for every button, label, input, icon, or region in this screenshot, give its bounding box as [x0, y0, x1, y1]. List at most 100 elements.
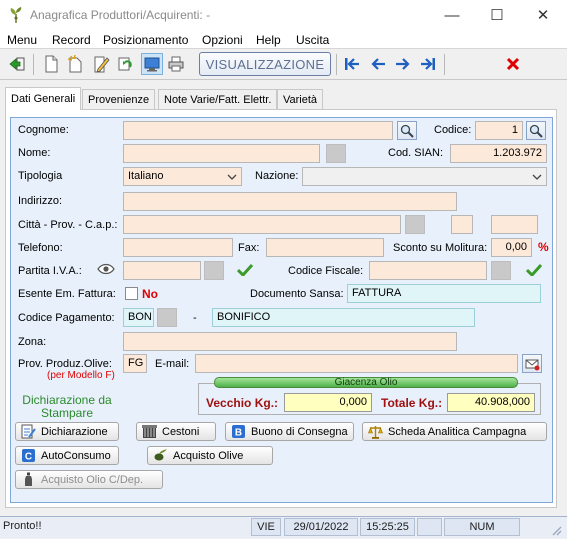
last-record-icon[interactable] [417, 53, 439, 75]
tab-dati-generali[interactable]: Dati Generali [5, 87, 82, 110]
nome-extra-box [326, 144, 346, 163]
acquisto-olive-button[interactable]: Acquisto Olive [147, 446, 273, 465]
codice-field[interactable]: 1 [475, 121, 523, 140]
search-cognome-icon[interactable] [397, 121, 417, 140]
print-icon[interactable] [165, 53, 187, 75]
codice-label: Codice: [434, 124, 472, 136]
toolbar-separator [336, 54, 337, 75]
piva-extra-box [204, 261, 224, 280]
cod-pagamento-field[interactable]: BON [123, 308, 154, 327]
new-folder-icon[interactable] [64, 53, 86, 75]
cf-field[interactable] [369, 261, 487, 280]
cod-pagamento-extra-box [157, 308, 177, 327]
piva-field[interactable] [123, 261, 201, 280]
chevron-down-icon [528, 168, 546, 185]
pagamento-descrizione-field[interactable]: BONIFICO [212, 308, 475, 327]
chevron-down-icon [223, 168, 241, 185]
maximize-button[interactable]: ☐ [474, 0, 520, 30]
oil-bottle-icon [20, 472, 36, 487]
menu-record[interactable]: Record [52, 33, 91, 47]
view-icon[interactable] [141, 53, 163, 75]
status-message: Pronto!! [3, 520, 42, 532]
first-record-icon[interactable] [341, 53, 363, 75]
svg-text:B: B [234, 428, 241, 439]
tab-varieta[interactable]: Varietà [277, 89, 324, 109]
nome-label: Nome: [18, 147, 51, 159]
dichiarazione-text: Dichiarazione da Stampare [22, 393, 112, 420]
close-button[interactable]: ✕ [520, 0, 566, 30]
eye-icon[interactable] [97, 263, 115, 278]
previous-record-icon[interactable] [367, 53, 389, 75]
buono-consegna-button[interactable]: B Buono di Consegna [225, 422, 354, 441]
cf-extra-box [491, 261, 511, 280]
mode-display-button[interactable]: VISUALIZZAZIONE [199, 52, 331, 76]
zona-field[interactable] [123, 332, 457, 351]
menu-menu[interactable]: Menu [7, 33, 37, 47]
cognome-label: Cognome: [18, 124, 69, 136]
vecchio-field[interactable]: 0,000 [284, 393, 372, 412]
minimize-button[interactable]: — [429, 0, 475, 30]
esente-label: Esente Em. Fattura: [18, 288, 116, 300]
prov-produz-field[interactable]: FG [123, 354, 147, 373]
svg-text:C: C [24, 452, 31, 463]
fax-label: Fax: [238, 242, 260, 254]
provincia-field[interactable] [451, 215, 473, 234]
nome-field[interactable] [123, 144, 320, 163]
percent-sign: % [538, 240, 549, 254]
sconto-label: Sconto su Molitura: [393, 242, 488, 254]
exit-icon[interactable] [6, 53, 28, 75]
new-document-icon[interactable] [40, 53, 62, 75]
edit-icon[interactable] [90, 53, 112, 75]
cognome-field[interactable] [123, 121, 393, 140]
cap-field[interactable] [491, 215, 538, 234]
indirizzo-field[interactable] [123, 192, 457, 211]
toolbar-separator [33, 54, 34, 75]
cf-label: Codice Fiscale: [288, 265, 364, 277]
scale-icon [367, 424, 383, 439]
scheda-analitica-button[interactable]: Scheda Analitica Campagna [362, 422, 547, 441]
status-empty-cell [417, 518, 442, 536]
nazione-select[interactable] [302, 167, 547, 186]
citta-field[interactable] [123, 215, 401, 234]
menu-opzioni[interactable]: Opzioni [202, 33, 243, 47]
status-time: 15:25:25 [360, 518, 415, 536]
tab-provenienze[interactable]: Provenienze [82, 89, 156, 109]
doc-sansa-field[interactable]: FATTURA [347, 284, 541, 303]
menu-posizionamento[interactable]: Posizionamento [103, 33, 188, 47]
status-num: NUM [444, 518, 520, 536]
letter-c-icon: C [20, 448, 36, 463]
app-logo-icon [8, 6, 24, 24]
esente-checkbox[interactable] [125, 287, 138, 300]
telefono-label: Telefono: [18, 242, 63, 254]
copy-icon[interactable] [115, 53, 137, 75]
prov-produz-note: (per Modello F) [47, 370, 115, 381]
autoconsumo-button[interactable]: C AutoConsumo [15, 446, 119, 465]
menu-help[interactable]: Help [256, 33, 281, 47]
fax-field[interactable] [266, 238, 384, 257]
totale-field[interactable]: 40.908,000 [447, 393, 535, 412]
telefono-field[interactable] [123, 238, 233, 257]
cod-sian-field[interactable]: 1.203.972 [450, 144, 547, 163]
sconto-field[interactable]: 0,00 [491, 238, 532, 257]
tab-note-varie[interactable]: Note Varie/Fatt. Elettr. [158, 89, 278, 109]
email-field[interactable] [195, 354, 518, 373]
vecchio-label: Vecchio Kg.: [206, 396, 279, 410]
send-email-icon[interactable] [522, 354, 542, 373]
next-record-icon[interactable] [392, 53, 414, 75]
cestoni-button[interactable]: Cestoni [136, 422, 216, 441]
tipologia-select[interactable]: Italiano [123, 167, 242, 186]
acquisto-olio-button[interactable]: Acquisto Olio C/Dep. [15, 470, 163, 489]
search-codice-icon[interactable] [526, 121, 546, 140]
resize-grip-icon[interactable] [550, 524, 562, 539]
cf-check-icon [525, 263, 543, 278]
letter-b-icon: B [230, 424, 246, 439]
cod-pagamento-dash: - [193, 312, 197, 324]
toolbar-separator [444, 54, 445, 75]
email-label: E-mail: [155, 358, 190, 370]
doc-sansa-label: Documento Sansa: [250, 288, 344, 300]
status-day: VIE [251, 518, 281, 536]
menu-uscita[interactable]: Uscita [296, 33, 329, 47]
indirizzo-label: Indirizzo: [18, 195, 63, 207]
dichiarazione-button[interactable]: Dichiarazione [15, 422, 119, 441]
delete-icon[interactable] [502, 53, 524, 75]
